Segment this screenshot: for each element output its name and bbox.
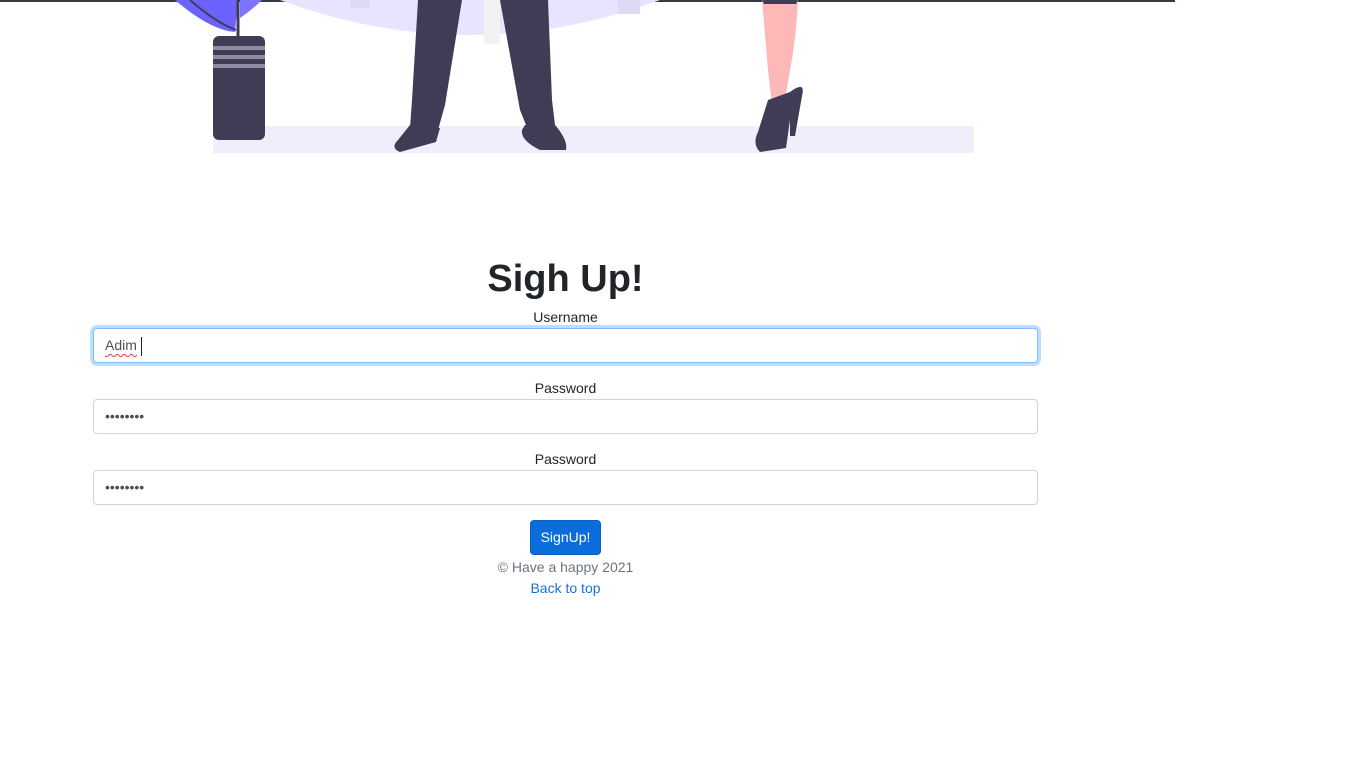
confirm-password-input[interactable]: •••••••• [93, 470, 1038, 505]
password-input[interactable]: •••••••• [93, 399, 1038, 434]
back-to-top-link[interactable]: Back to top [530, 577, 600, 599]
username-input[interactable]: Adim [93, 328, 1038, 363]
username-label: Username [533, 309, 598, 325]
copyright-text: © Have a happy 2021 [497, 559, 634, 575]
hero-illustration [175, 0, 974, 153]
password-label: Password [534, 380, 597, 396]
signup-button[interactable]: SignUp! [529, 520, 602, 555]
page-title: Sigh Up! [487, 258, 644, 300]
signup-form: Sigh Up! Username Adim Password ••••••••… [93, 252, 1038, 599]
confirm-password-label: Password [534, 451, 597, 467]
username-value: Adim [105, 337, 137, 353]
text-caret [140, 336, 142, 356]
